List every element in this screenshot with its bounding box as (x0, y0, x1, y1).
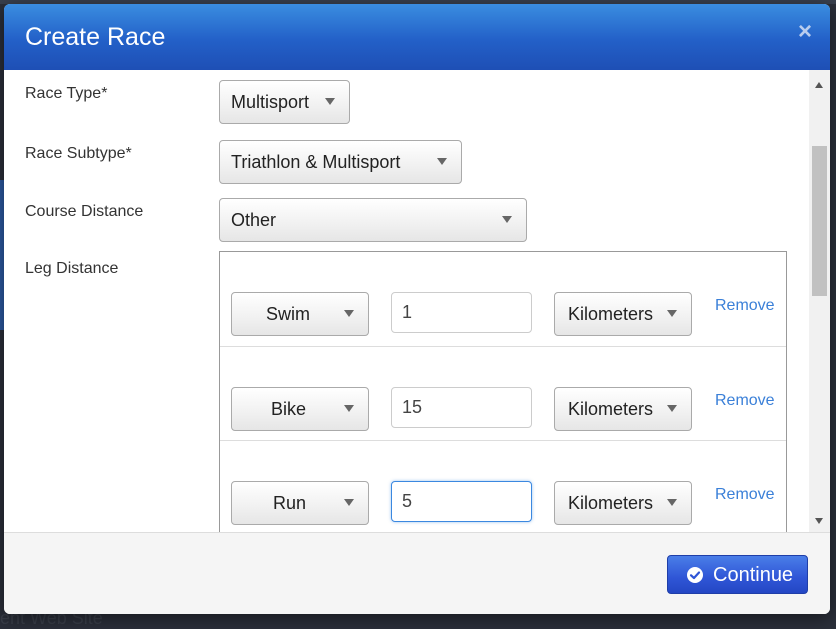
leg-row-bike: Bike 15 Kilometers Remove (220, 346, 786, 441)
leg-unit-value: Kilometers (568, 304, 654, 324)
create-race-dialog: Create Race × Race Type* Multisport Race… (4, 4, 830, 614)
chevron-down-icon (325, 98, 335, 105)
race-subtype-label: Race Subtype* (25, 145, 132, 162)
leg-sport-value: Run (273, 493, 307, 513)
course-distance-select[interactable]: Other (219, 198, 527, 242)
leg-distance-input[interactable]: 5 (391, 481, 532, 522)
race-type-label: Race Type* (25, 85, 108, 102)
leg-distance-input[interactable]: 15 (391, 387, 532, 428)
scroll-up-arrow-icon[interactable] (815, 82, 823, 88)
race-type-select[interactable]: Multisport (219, 80, 350, 124)
leg-distance-input[interactable]: 1 (391, 292, 532, 333)
chevron-down-icon (667, 310, 677, 317)
continue-label: Continue (713, 564, 794, 586)
dialog-scrollbar[interactable] (809, 70, 830, 532)
remove-leg-link[interactable]: Remove (715, 486, 775, 504)
leg-sport-value: Bike (271, 399, 307, 419)
leg-sport-select[interactable]: Bike (231, 387, 369, 431)
leg-sport-select[interactable]: Run (231, 481, 369, 525)
dialog-title: Create Race (25, 23, 166, 51)
course-distance-label: Course Distance (25, 203, 144, 220)
chevron-down-icon (667, 405, 677, 412)
dialog-footer: Continue (4, 532, 830, 614)
leg-sport-select[interactable]: Swim (231, 292, 369, 336)
chevron-down-icon (502, 216, 512, 223)
leg-unit-value: Kilometers (568, 399, 654, 419)
leg-row-run: Run 5 Kilometers Remove (220, 440, 786, 532)
leg-distance-label: Leg Distance (25, 260, 119, 277)
leg-sport-value: Swim (266, 304, 310, 324)
leg-unit-select[interactable]: Kilometers (554, 481, 692, 525)
race-subtype-value: Triathlon & Multisport (231, 152, 401, 172)
leg-unit-select[interactable]: Kilometers (554, 292, 692, 336)
chevron-down-icon (344, 310, 354, 317)
leg-row-swim: Swim 1 Kilometers Remove (220, 252, 786, 346)
chevron-down-icon (667, 499, 677, 506)
leg-distance-list: Swim 1 Kilometers Remove Bike 15 Kilomet… (219, 251, 787, 532)
scroll-down-arrow-icon[interactable] (815, 518, 823, 524)
leg-unit-value: Kilometers (568, 493, 654, 513)
leg-unit-select[interactable]: Kilometers (554, 387, 692, 431)
continue-button[interactable]: Continue (667, 555, 808, 594)
race-type-value: Multisport (231, 92, 310, 112)
race-subtype-select[interactable]: Triathlon & Multisport (219, 140, 462, 184)
remove-leg-link[interactable]: Remove (715, 297, 775, 315)
close-icon[interactable]: × (798, 20, 812, 44)
chevron-down-icon (437, 158, 447, 165)
course-distance-value: Other (231, 210, 277, 230)
scrollbar-thumb[interactable] (812, 146, 827, 296)
remove-leg-link[interactable]: Remove (715, 392, 775, 410)
chevron-down-icon (344, 405, 354, 412)
dialog-header: Create Race × (4, 4, 830, 70)
chevron-down-icon (344, 499, 354, 506)
dialog-body: Race Type* Multisport Race Subtype* Tria… (4, 70, 830, 532)
check-circle-icon (687, 567, 703, 583)
